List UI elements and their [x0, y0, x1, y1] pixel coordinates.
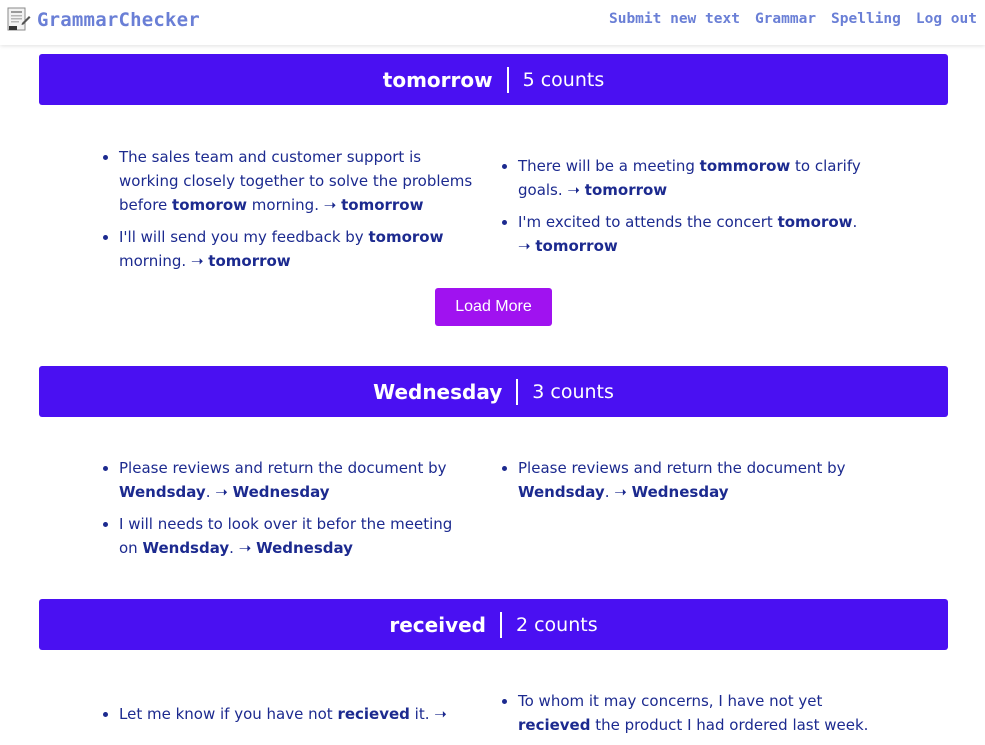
- arrow-right-icon: ➝: [614, 483, 627, 501]
- corrected-word: tomorrow: [341, 196, 424, 214]
- brand[interactable]: GrammarChecker: [7, 7, 200, 33]
- brand-name: GrammarChecker: [37, 9, 200, 31]
- misspelled-word: tommorow: [699, 157, 791, 175]
- nav-grammar[interactable]: Grammar: [755, 11, 816, 27]
- examples-right-list: Please reviews and return the document b…: [500, 456, 873, 512]
- example-item: I'm excited to attends the concert tomor…: [518, 210, 873, 258]
- example-text: To whom it may concerns, I have not yet: [518, 692, 823, 710]
- misspelled-word: Wendsday: [142, 539, 230, 557]
- example-item: Let me know if you have not recieved it.…: [119, 702, 474, 726]
- corrected-word: Wednesday: [232, 483, 330, 501]
- example-text: morning.: [119, 252, 191, 270]
- example-text: the product I had ordered last week.: [590, 716, 869, 734]
- example-text: Let me know if you have not: [119, 705, 338, 723]
- examples-right-list: To whom it may concerns, I have not yet …: [500, 689, 873, 745]
- banner-count: 3 counts: [532, 380, 614, 403]
- word-banner-received: received 2 counts: [39, 599, 948, 650]
- example-item: Please reviews and return the document b…: [518, 456, 873, 504]
- examples-left-list: The sales team and customer support is w…: [101, 145, 474, 281]
- corrected-word: tomorrow: [535, 237, 618, 255]
- example-item: The sales team and customer support is w…: [119, 145, 474, 217]
- examples-left-list: Let me know if you have not recieved it.…: [101, 702, 474, 734]
- example-item: To whom it may concerns, I have not yet …: [518, 689, 873, 737]
- word-banner-wednesday: Wednesday 3 counts: [39, 366, 948, 417]
- main-nav: Submit new text Grammar Spelling Log out: [609, 11, 977, 27]
- top-navbar: GrammarChecker Submit new text Grammar S…: [0, 0, 985, 45]
- corrected-word: tomorrow: [208, 252, 291, 270]
- corrected-word: Wednesday: [631, 483, 729, 501]
- arrow-right-icon: ➝: [190, 252, 204, 270]
- examples-left-list: Please reviews and return the document b…: [101, 456, 474, 568]
- banner-divider: [499, 611, 502, 638]
- example-text: There will be a meeting: [518, 157, 700, 175]
- banner-word: received: [389, 612, 486, 637]
- document-logo-icon: [7, 7, 31, 33]
- corrected-word: Wednesday: [256, 539, 353, 557]
- arrow-right-icon: ➝: [238, 539, 252, 557]
- example-text: I'm excited to attends the concert: [518, 213, 778, 231]
- misspelled-word: tomorow: [368, 228, 444, 246]
- misspelled-word: tomorow: [172, 196, 248, 214]
- misspelled-word: tomorow: [777, 213, 853, 231]
- banner-count: 2 counts: [515, 613, 598, 636]
- examples-right-list: There will be a meeting tommorow to clar…: [500, 154, 873, 266]
- example-text: .: [852, 213, 858, 231]
- example-text: .: [205, 483, 216, 501]
- banner-count: 5 counts: [522, 68, 605, 91]
- example-text: I'll will send you my feedback by: [119, 228, 369, 246]
- arrow-right-icon: ➝: [567, 181, 580, 199]
- example-item: I'll will send you my feedback by tomoro…: [119, 225, 474, 273]
- misspelled-word: Wendsday: [119, 483, 206, 501]
- arrow-right-icon: ➝: [323, 196, 337, 214]
- example-item: Please reviews and return the document b…: [119, 456, 474, 504]
- example-item: There will be a meeting tommorow to clar…: [518, 154, 873, 202]
- word-banner-tomorrow: tomorrow 5 counts: [39, 54, 948, 105]
- nav-spelling[interactable]: Spelling: [831, 11, 901, 27]
- corrected-word: tomorrow: [584, 181, 668, 199]
- banner-word: tomorrow: [382, 67, 493, 92]
- example-text: Please reviews and return the document b…: [119, 459, 447, 477]
- example-text: morning.: [247, 196, 324, 214]
- example-item: I will needs to look over it befor the m…: [119, 512, 474, 560]
- banner-word: Wednesday: [373, 379, 503, 404]
- arrow-right-icon: ➝: [215, 483, 228, 501]
- misspelled-word: Wendsday: [518, 483, 605, 501]
- nav-submit-new-text[interactable]: Submit new text: [609, 11, 740, 27]
- banner-divider: [506, 66, 509, 93]
- misspelled-word: recieved: [518, 716, 591, 734]
- example-text: .: [229, 539, 239, 557]
- arrow-right-icon: ➝: [434, 705, 447, 723]
- example-text: Please reviews and return the document b…: [518, 459, 846, 477]
- example-text: it.: [409, 705, 435, 723]
- example-text: .: [604, 483, 615, 501]
- misspelled-word: recieved: [337, 705, 410, 723]
- arrow-right-icon: ➝: [518, 237, 531, 255]
- nav-log-out[interactable]: Log out: [916, 11, 977, 27]
- banner-divider: [516, 378, 519, 405]
- load-more-button[interactable]: Load More: [435, 288, 552, 326]
